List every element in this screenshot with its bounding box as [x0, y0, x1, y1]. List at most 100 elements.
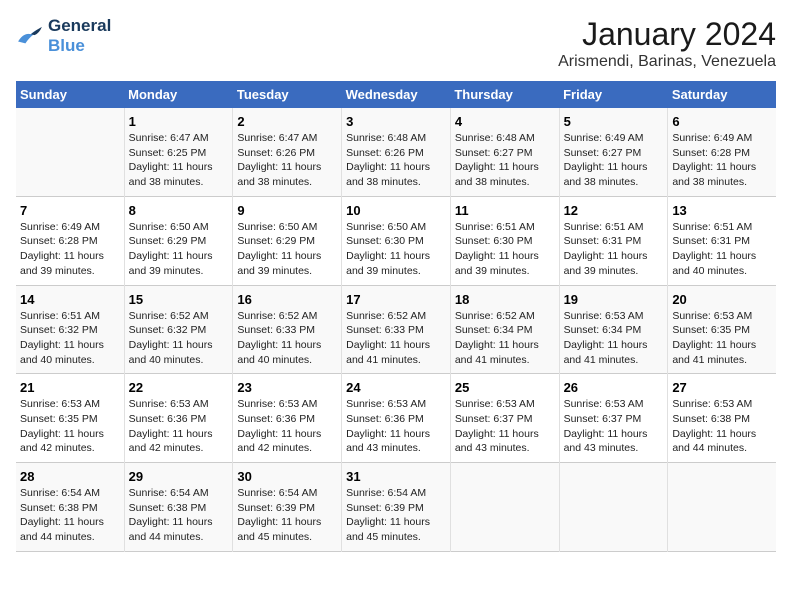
calendar-cell — [559, 463, 668, 552]
calendar-cell: 1 Sunrise: 6:47 AM Sunset: 6:25 PM Daylig… — [124, 108, 233, 196]
col-header-monday: Monday — [124, 81, 233, 108]
day-info: Sunrise: 6:54 AM Sunset: 6:38 PM Dayligh… — [20, 486, 120, 545]
calendar-cell: 5 Sunrise: 6:49 AM Sunset: 6:27 PM Daylig… — [559, 108, 668, 196]
day-info: Sunrise: 6:53 AM Sunset: 6:34 PM Dayligh… — [564, 309, 664, 368]
day-info: Sunrise: 6:51 AM Sunset: 6:31 PM Dayligh… — [564, 220, 664, 279]
day-number: 28 — [20, 469, 120, 484]
day-info: Sunrise: 6:51 AM Sunset: 6:31 PM Dayligh… — [672, 220, 772, 279]
day-info: Sunrise: 6:50 AM Sunset: 6:29 PM Dayligh… — [129, 220, 229, 279]
day-number: 7 — [20, 203, 120, 218]
day-info: Sunrise: 6:49 AM Sunset: 6:28 PM Dayligh… — [20, 220, 120, 279]
calendar-cell: 11Sunrise: 6:51 AM Sunset: 6:30 PM Dayli… — [450, 196, 559, 285]
day-number: 27 — [672, 380, 772, 395]
page-header: General Blue January 2024 Arismendi, Bar… — [16, 16, 776, 71]
day-number: 15 — [129, 292, 229, 307]
calendar-cell: 26 Sunrise: 6:53 AM Sunset: 6:37 PM Dayli… — [559, 374, 668, 463]
calendar-cell: 24 Sunrise: 6:53 AM Sunset: 6:36 PM Dayli… — [342, 374, 451, 463]
day-number: 20 — [672, 292, 772, 307]
day-number: 23 — [237, 380, 337, 395]
calendar-cell: 8 Sunrise: 6:50 AM Sunset: 6:29 PM Daylig… — [124, 196, 233, 285]
day-number: 2 — [237, 114, 337, 129]
day-info: Sunrise: 6:47 AM Sunset: 6:25 PM Dayligh… — [129, 131, 229, 190]
day-number: 13 — [672, 203, 772, 218]
day-number: 6 — [672, 114, 772, 129]
main-title: January 2024 — [558, 16, 776, 53]
day-info: Sunrise: 6:52 AM Sunset: 6:32 PM Dayligh… — [129, 309, 229, 368]
day-info: Sunrise: 6:52 AM Sunset: 6:33 PM Dayligh… — [237, 309, 337, 368]
day-number: 26 — [564, 380, 664, 395]
calendar-cell: 28 Sunrise: 6:54 AM Sunset: 6:38 PM Dayli… — [16, 463, 124, 552]
day-info: Sunrise: 6:53 AM Sunset: 6:38 PM Dayligh… — [672, 397, 772, 456]
day-info: Sunrise: 6:47 AM Sunset: 6:26 PM Dayligh… — [237, 131, 337, 190]
day-info: Sunrise: 6:48 AM Sunset: 6:26 PM Dayligh… — [346, 131, 446, 190]
calendar-cell: 12 Sunrise: 6:51 AM Sunset: 6:31 PM Dayli… — [559, 196, 668, 285]
day-info: Sunrise: 6:50 AM Sunset: 6:30 PM Dayligh… — [346, 220, 446, 279]
day-number: 21 — [20, 380, 120, 395]
day-info: Sunrise: 6:53 AM Sunset: 6:36 PM Dayligh… — [129, 397, 229, 456]
col-header-tuesday: Tuesday — [233, 81, 342, 108]
day-info: Sunrise: 6:51 AM Sunset: 6:32 PM Dayligh… — [20, 309, 120, 368]
col-header-thursday: Thursday — [450, 81, 559, 108]
day-number: 25 — [455, 380, 555, 395]
calendar-cell: 25 Sunrise: 6:53 AM Sunset: 6:37 PM Dayli… — [450, 374, 559, 463]
day-number: 31 — [346, 469, 446, 484]
day-info: Sunrise: 6:52 AM Sunset: 6:34 PM Dayligh… — [455, 309, 555, 368]
day-number: 12 — [564, 203, 664, 218]
day-number: 8 — [129, 203, 229, 218]
day-info: Sunrise: 6:54 AM Sunset: 6:38 PM Dayligh… — [129, 486, 229, 545]
calendar-cell: 27 Sunrise: 6:53 AM Sunset: 6:38 PM Dayli… — [668, 374, 776, 463]
day-info: Sunrise: 6:53 AM Sunset: 6:37 PM Dayligh… — [455, 397, 555, 456]
day-number: 5 — [564, 114, 664, 129]
day-info: Sunrise: 6:54 AM Sunset: 6:39 PM Dayligh… — [237, 486, 337, 545]
day-number: 30 — [237, 469, 337, 484]
calendar-cell: 16 Sunrise: 6:52 AM Sunset: 6:33 PM Dayli… — [233, 285, 342, 374]
col-header-saturday: Saturday — [668, 81, 776, 108]
calendar-cell: 10Sunrise: 6:50 AM Sunset: 6:30 PM Dayli… — [342, 196, 451, 285]
day-number: 9 — [237, 203, 337, 218]
week-row-3: 14 Sunrise: 6:51 AM Sunset: 6:32 PM Dayli… — [16, 285, 776, 374]
subtitle: Arismendi, Barinas, Venezuela — [558, 53, 776, 71]
day-info: Sunrise: 6:50 AM Sunset: 6:29 PM Dayligh… — [237, 220, 337, 279]
calendar-cell: 17 Sunrise: 6:52 AM Sunset: 6:33 PM Dayli… — [342, 285, 451, 374]
day-info: Sunrise: 6:49 AM Sunset: 6:28 PM Dayligh… — [672, 131, 772, 190]
day-info: Sunrise: 6:53 AM Sunset: 6:35 PM Dayligh… — [20, 397, 120, 456]
calendar-cell: 18 Sunrise: 6:52 AM Sunset: 6:34 PM Dayli… — [450, 285, 559, 374]
week-row-4: 21 Sunrise: 6:53 AM Sunset: 6:35 PM Dayli… — [16, 374, 776, 463]
day-info: Sunrise: 6:53 AM Sunset: 6:36 PM Dayligh… — [346, 397, 446, 456]
logo-text: General Blue — [48, 16, 111, 57]
day-number: 16 — [237, 292, 337, 307]
calendar-cell: 20Sunrise: 6:53 AM Sunset: 6:35 PM Dayli… — [668, 285, 776, 374]
calendar-cell: 9 Sunrise: 6:50 AM Sunset: 6:29 PM Daylig… — [233, 196, 342, 285]
day-number: 4 — [455, 114, 555, 129]
day-number: 24 — [346, 380, 446, 395]
calendar-cell: 29 Sunrise: 6:54 AM Sunset: 6:38 PM Dayli… — [124, 463, 233, 552]
col-header-wednesday: Wednesday — [342, 81, 451, 108]
day-info: Sunrise: 6:53 AM Sunset: 6:37 PM Dayligh… — [564, 397, 664, 456]
calendar-cell: 31 Sunrise: 6:54 AM Sunset: 6:39 PM Dayli… — [342, 463, 451, 552]
calendar-cell — [668, 463, 776, 552]
day-info: Sunrise: 6:49 AM Sunset: 6:27 PM Dayligh… — [564, 131, 664, 190]
day-info: Sunrise: 6:52 AM Sunset: 6:33 PM Dayligh… — [346, 309, 446, 368]
calendar-table: SundayMondayTuesdayWednesdayThursdayFrid… — [16, 81, 776, 552]
calendar-cell: 4Sunrise: 6:48 AM Sunset: 6:27 PM Daylig… — [450, 108, 559, 196]
calendar-cell: 22Sunrise: 6:53 AM Sunset: 6:36 PM Dayli… — [124, 374, 233, 463]
day-info: Sunrise: 6:53 AM Sunset: 6:36 PM Dayligh… — [237, 397, 337, 456]
calendar-cell: 15 Sunrise: 6:52 AM Sunset: 6:32 PM Dayli… — [124, 285, 233, 374]
day-number: 3 — [346, 114, 446, 129]
calendar-cell — [16, 108, 124, 196]
calendar-cell: 2 Sunrise: 6:47 AM Sunset: 6:26 PM Daylig… — [233, 108, 342, 196]
col-header-sunday: Sunday — [16, 81, 124, 108]
day-info: Sunrise: 6:54 AM Sunset: 6:39 PM Dayligh… — [346, 486, 446, 545]
week-row-1: 1 Sunrise: 6:47 AM Sunset: 6:25 PM Daylig… — [16, 108, 776, 196]
calendar-cell: 14 Sunrise: 6:51 AM Sunset: 6:32 PM Dayli… — [16, 285, 124, 374]
col-header-friday: Friday — [559, 81, 668, 108]
day-number: 18 — [455, 292, 555, 307]
day-number: 29 — [129, 469, 229, 484]
calendar-cell: 23 Sunrise: 6:53 AM Sunset: 6:36 PM Dayli… — [233, 374, 342, 463]
header-row: SundayMondayTuesdayWednesdayThursdayFrid… — [16, 81, 776, 108]
day-number: 14 — [20, 292, 120, 307]
calendar-cell: 30 Sunrise: 6:54 AM Sunset: 6:39 PM Dayli… — [233, 463, 342, 552]
day-number: 17 — [346, 292, 446, 307]
day-info: Sunrise: 6:51 AM Sunset: 6:30 PM Dayligh… — [455, 220, 555, 279]
day-number: 1 — [129, 114, 229, 129]
